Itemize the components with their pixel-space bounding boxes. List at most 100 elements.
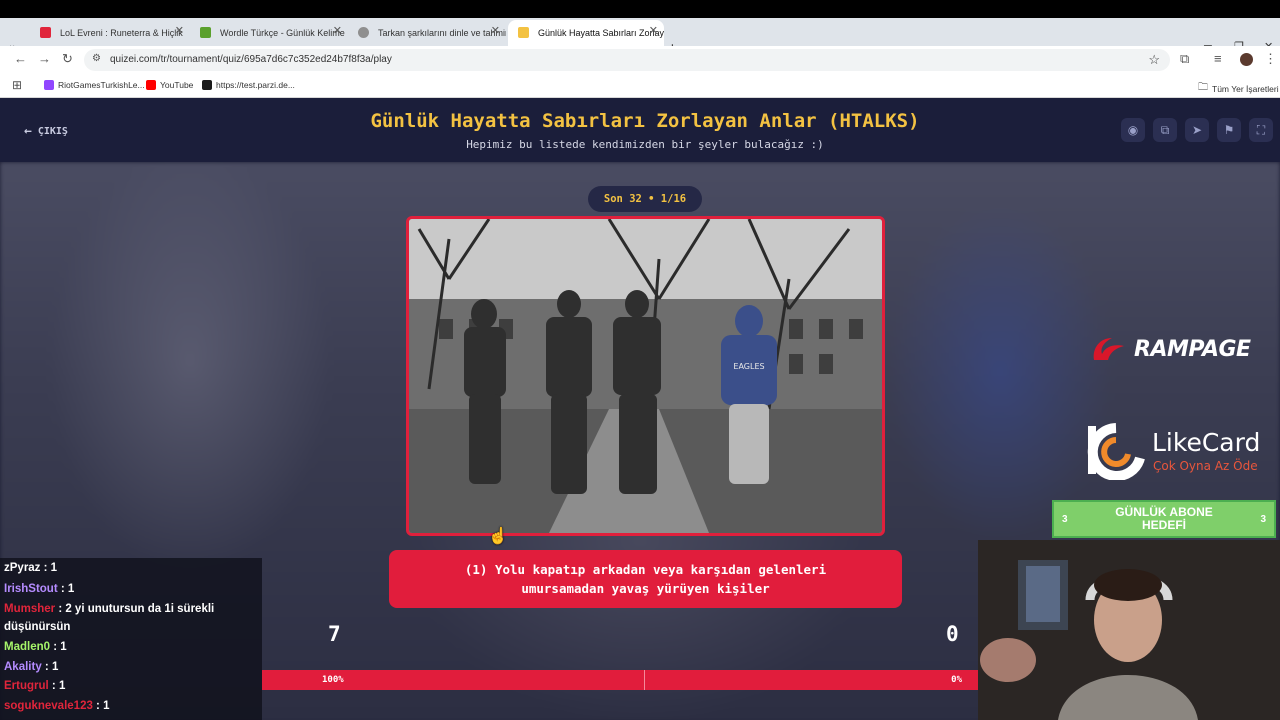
likecard-name: LikeCard [1152,428,1261,457]
apps-grid-icon[interactable]: ⊞ [12,78,22,92]
media-icon[interactable]: ≡ [1214,51,1222,66]
rampage-emblem-icon [1093,338,1124,360]
bookmark-parzi[interactable]: https://test.parzi.de... [202,80,295,90]
url-text: quizei.com/tr/tournament/quiz/695a7d6c7c… [110,54,392,65]
tab-wordle[interactable]: Wordle Türkçe - Günlük Kelime ✕ [190,20,348,46]
webcam-feed [978,540,1280,720]
chat-message: zPyraz : 1 [4,562,57,574]
goal-target: 3 [1260,514,1266,525]
tab-favicon-icon [518,27,529,38]
send-icon[interactable]: ➤ [1185,118,1209,142]
bookmark-label: https://test.parzi.de... [216,80,295,90]
close-icon[interactable]: ✕ [175,24,184,37]
streamer-webcam [978,540,1280,720]
option-photo: EAGLES [409,219,882,533]
option-image-card[interactable]: EAGLES [406,216,885,536]
bookmark-youtube[interactable]: YouTube [146,80,193,90]
site-favicon-icon [202,80,212,90]
tab-current-quiz[interactable]: Günlük Hayatta Sabırları Zorlay ✕ [508,20,664,46]
chat-text: : 1 [92,700,110,712]
extensions-icon[interactable]: ⧉ [1180,51,1189,67]
twitch-icon [44,80,54,90]
chat-message: soguknevale123 : 1 [4,700,109,712]
bookmark-label: RiotGamesTurkishLe... [58,80,145,90]
option-label-button[interactable]: (1) Yolu kapatıp arkadan veya karşıdan g… [389,550,902,608]
chat-text: : 2 yi unutursun da 1i sürekli [55,603,215,615]
close-icon[interactable]: ✕ [649,24,658,37]
chat-text: : 1 [40,562,58,574]
chat-message: Madlen0 : 1 [4,641,67,653]
fullscreen-icon[interactable]: ⛶ [1249,118,1273,142]
quiz-header: ← ÇIKIŞ Günlük Hayatta Sabırları Zorlaya… [0,98,1280,162]
chat-username: Mumsher [4,603,56,615]
chat-username: zPyraz [4,562,41,574]
round-badge: Son 32 • 1/16 [588,186,702,212]
vote-progress-bar: 100% 0% [262,670,978,690]
chat-username: IrishStout [4,583,58,595]
tab-favicon-icon [358,27,369,38]
address-bar-row: ← → ↻ ⚙ quizei.com/tr/tournament/quiz/69… [0,46,1280,74]
chat-username: Akality [4,661,42,673]
tab-label: Tarkan şarkılarını dinle ve tahmin [378,28,506,38]
quiz-page: ← ÇIKIŞ Günlük Hayatta Sabırları Zorlaya… [0,98,1280,720]
option-label-text: (1) Yolu kapatıp arkadan veya karşıdan g… [464,562,827,596]
vote-bar-divider [644,670,645,690]
tab-tarkan[interactable]: Tarkan şarkılarını dinle ve tahmin ✕ [348,20,506,46]
tab-label: LoL Evreni : Runeterra & Hiçlik [60,28,183,38]
chat-message: IrishStout : 1 [4,583,74,595]
svg-text:EAGLES: EAGLES [733,362,764,371]
quiz-subtitle: Hepimiz bu listede kendimizden bir şeyle… [466,138,824,151]
bookmark-star-icon[interactable]: ☆ [1148,52,1160,68]
tab-bar: ⌄ LoL Evreni : Runeterra & Hiçlik ✕ Word… [0,18,1280,57]
close-icon[interactable]: ✕ [491,24,500,37]
tab-label: Wordle Türkçe - Günlük Kelime [220,28,345,38]
chat-username: Madlen0 [4,641,51,653]
bookmark-label: YouTube [160,80,194,90]
likecard-emblem-icon [1087,423,1145,480]
goal-title: GÜNLÜK ABONE HEDEFİ [1115,505,1213,532]
tab-favicon-icon [40,27,51,38]
right-vote-percent: 0% [951,675,962,685]
all-bookmarks-label: Tüm Yer İşaretleri [1212,83,1279,94]
rampage-text: RAMPAGE [1134,336,1251,362]
reload-icon[interactable]: ↻ [62,51,73,67]
bookmarks-bar: ⊞ RiotGamesTurkishLe... YouTube https://… [0,74,1280,98]
chat-message: Mumsher : 2 yi unutursun da 1i sürekli [4,603,214,615]
folder-icon: 🗀 [1198,82,1208,93]
chat-message: düşünürsün [4,621,70,633]
all-bookmarks[interactable]: 🗀 Tüm Yer İşaretleri [1198,80,1279,97]
bookmark-riot[interactable]: RiotGamesTurkishLe... [44,80,145,90]
chat-text: : 1 [50,641,67,653]
share-icon[interactable]: ⧉ [1153,118,1177,142]
stream-chat-overlay: zPyraz : 1 IrishStout : 1 Mumsher : 2 yi u… [0,558,262,720]
mouse-pointer-icon: ☝ [488,528,508,545]
forward-arrow-icon[interactable]: → [38,51,51,66]
chat-username: Ertugrul [4,680,49,692]
profile-avatar-icon[interactable] [1240,53,1253,66]
tab-favicon-icon [200,27,211,38]
top-black-strip [0,0,1280,18]
menu-kebab-icon[interactable]: ⋮ [1264,51,1277,67]
eye-icon[interactable]: ◉ [1121,118,1145,142]
chat-text: : 1 [48,680,66,692]
close-icon[interactable]: ✕ [333,24,342,37]
chat-text: : 1 [41,661,59,673]
likecard-sponsor-logo: LikeCard Çok Oyna Az Öde [1086,422,1276,480]
chat-message: Akality : 1 [4,661,58,673]
url-input[interactable]: ⚙ quizei.com/tr/tournament/quiz/695a7d6c… [84,49,1170,71]
flag-icon[interactable]: ⚑ [1217,118,1241,142]
chat-message: Ertugrul : 1 [4,680,65,692]
chat-text: düşünürsün [4,621,71,633]
tab-label: Günlük Hayatta Sabırları Zorlay [538,28,664,38]
rampage-sponsor-logo: RAMPAGE [1090,331,1280,367]
site-settings-icon[interactable]: ⚙ [92,53,101,64]
chat-text: : 1 [57,583,75,595]
left-vote-count: 7 [328,622,341,646]
likecard-slogan: Çok Oyna Az Öde [1153,459,1258,473]
back-arrow-icon[interactable]: ← [14,51,27,66]
quiz-title: Günlük Hayatta Sabırları Zorlayan Anlar … [370,110,920,132]
tab-lol-evreni[interactable]: LoL Evreni : Runeterra & Hiçlik ✕ [30,20,190,46]
right-vote-count: 0 [946,622,959,646]
chat-username: soguknevale123 [4,700,93,712]
subscriber-goal-widget: 3 GÜNLÜK ABONE HEDEFİ 3 [1052,500,1276,538]
